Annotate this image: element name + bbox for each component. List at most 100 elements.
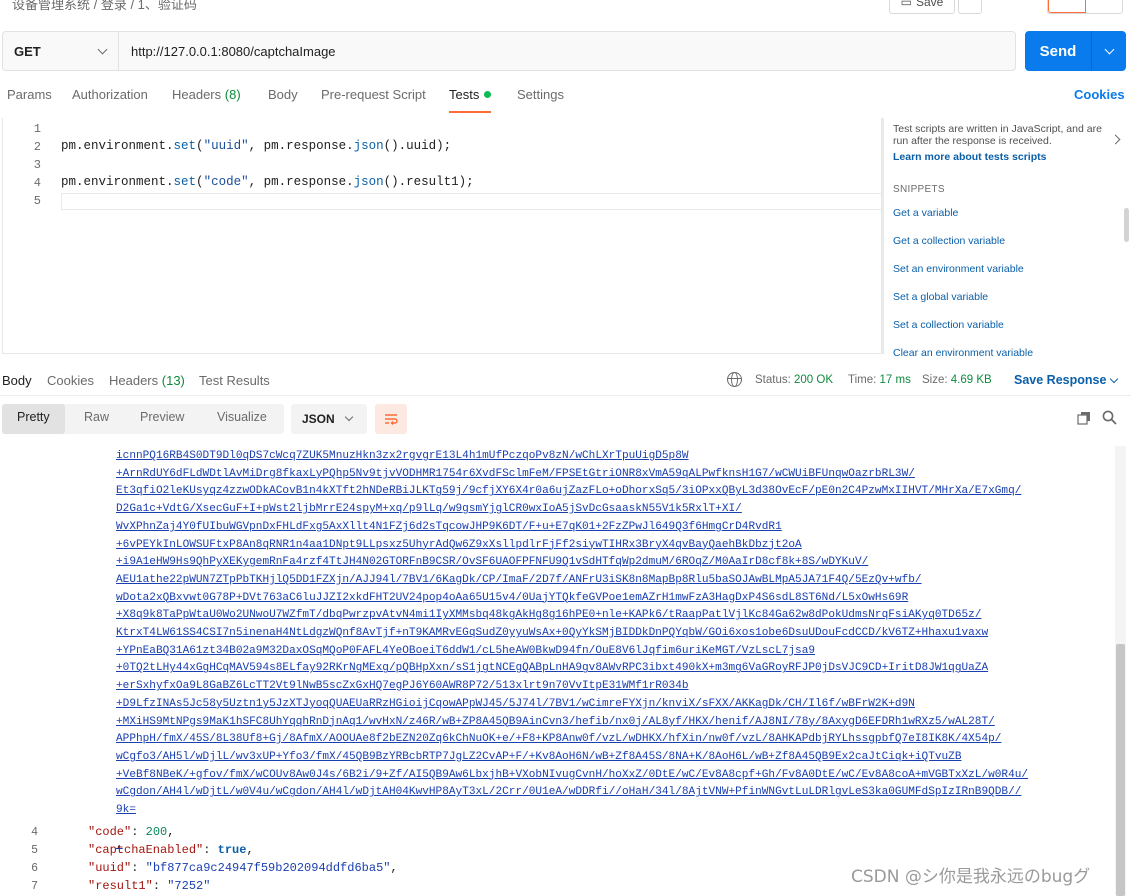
base64-line: +VeBf8NBeK/+gfov/fmX/wCOUv8Aw0J4s/6B2i/9… xyxy=(116,768,1029,781)
status-value: 200 OK xyxy=(794,374,834,386)
breadcrumb[interactable]: 设备管理系统 / 登录 / 1、验证码 xyxy=(12,0,197,13)
tab-test-results[interactable]: Test Results xyxy=(199,373,270,388)
line-number: 4 xyxy=(33,176,41,190)
pretty-button[interactable]: Pretty xyxy=(2,404,65,434)
preview-button[interactable]: Preview xyxy=(140,410,184,424)
time-label: Time: xyxy=(848,374,877,386)
base64-line: +erSxhyfxOa9L8GaBZ6LcTT2Vt9lNwB5scZxGxHQ… xyxy=(116,680,689,693)
method-select[interactable]: GET xyxy=(3,32,119,70)
chevron-down-icon[interactable] xyxy=(1109,374,1119,384)
url-input[interactable] xyxy=(119,32,1015,70)
tab-authorization[interactable]: Authorization xyxy=(72,87,148,102)
base64-line: +6vPEYkInLOWSUFtxP8An8qRNR1n4aa1DNpt9LLp… xyxy=(116,538,802,551)
json-line: "captchaEnabled": true, xyxy=(88,843,254,857)
snippet-item[interactable]: Get a collection variable xyxy=(893,235,1005,247)
code-token: , pm.response. xyxy=(248,175,354,189)
base64-line: icnnPQ16RB4S0DT9Dl0qDS7cWcq7ZUK5MnuzHkn3… xyxy=(116,450,689,462)
code-token: ().result1); xyxy=(383,175,474,189)
code-token: , pm.response. xyxy=(248,139,354,153)
view-mode-toggle[interactable] xyxy=(1047,0,1123,14)
learn-more-link[interactable]: Learn more about tests scripts xyxy=(893,151,1046,163)
active-dot-icon xyxy=(484,91,492,98)
send-options-button[interactable] xyxy=(1092,44,1126,54)
format-select[interactable]: JSON xyxy=(291,404,367,434)
save-button-label: Save xyxy=(915,0,944,9)
code-line-2[interactable]: pm.environment.set("uuid", pm.response.j… xyxy=(61,139,451,153)
copy-icon[interactable] xyxy=(1077,411,1091,425)
raw-button[interactable]: Raw xyxy=(84,410,109,424)
json-line: "result1": "7252" xyxy=(88,879,211,893)
tab-tests[interactable]: Tests xyxy=(449,87,492,113)
line-number: 4 xyxy=(31,826,38,839)
code-token: json xyxy=(353,175,384,189)
save-button[interactable]: ▭ Save xyxy=(889,0,955,14)
json-value: "bf877ca9c24947f59b202094ddfd6ba5" xyxy=(145,861,391,875)
tab-pre-request-script[interactable]: Pre-request Script xyxy=(321,87,426,102)
chevron-down-icon xyxy=(1104,44,1114,54)
top-bar: 设备管理系统 / 登录 / 1、验证码 ▭ Save ··· xyxy=(0,0,1131,18)
tab-response-headers[interactable]: Headers (13) xyxy=(109,373,185,388)
code-line-4[interactable]: pm.environment.set("code", pm.response.j… xyxy=(61,175,474,189)
code-token: pm.environment. xyxy=(61,175,174,189)
chevron-right-icon[interactable] xyxy=(1110,134,1121,145)
json-line: "uuid": "bf877ca9c24947f59b202094ddfd6ba… xyxy=(88,861,398,875)
code-token: "code" xyxy=(203,175,249,189)
edit-mode-button[interactable] xyxy=(1048,0,1086,13)
method-label: GET xyxy=(14,43,41,59)
snippets-description: Test scripts are written in JavaScript, … xyxy=(893,123,1102,147)
size-label: Size: xyxy=(922,374,948,386)
code-token: ().uuid); xyxy=(383,139,452,153)
response-body[interactable]: icnnPQ16RB4S0DT9Dl0qDS7cWcq7ZUK5MnuzHkn3… xyxy=(0,446,1131,896)
line-number: 6 xyxy=(31,862,38,875)
base64-line: +MXiHS9MtNPgs9MaK1hSFC8UhYqqhRnDjnAq1/wv… xyxy=(116,715,995,728)
snippets-scrollbar[interactable] xyxy=(1124,208,1129,242)
base64-line: APPhpH/fmX/45S/8L38Uf8+Gj/8AfmX/AOOUAe8f… xyxy=(116,733,1002,746)
snippet-item[interactable]: Set a global variable xyxy=(893,291,988,303)
chevron-down-icon xyxy=(97,44,108,54)
base64-line: KtrxT4LW61SS4CSI7n5inenaH4NtLdgzWQnf8AvT… xyxy=(116,627,989,640)
save-options-button[interactable] xyxy=(958,0,982,14)
base64-line: 9k= xyxy=(116,804,136,817)
time-readout[interactable]: Time: 17 ms xyxy=(848,374,911,386)
tab-body[interactable]: Body xyxy=(268,87,298,102)
base64-line: +YPnEaBQ31A61zt34B02a9M32DaxOSqMQoP0FAFL… xyxy=(116,644,816,657)
base64-line: +D9LfzINAs5Jc58y5Uztn1y5JzXTJyoqQUAEUaRR… xyxy=(116,697,915,710)
visualize-button[interactable]: Visualize xyxy=(217,410,267,424)
more-options-icon[interactable]: ··· xyxy=(1000,0,1016,6)
status-readout[interactable]: Status: 200 OK xyxy=(755,374,833,386)
tab-response-cookies[interactable]: Cookies xyxy=(47,373,94,388)
wrap-lines-button[interactable] xyxy=(375,404,407,434)
tab-settings[interactable]: Settings xyxy=(517,87,564,102)
search-icon[interactable] xyxy=(1102,410,1117,425)
line-number: 5 xyxy=(31,844,38,857)
code-token: "uuid" xyxy=(203,139,249,153)
tab-headers[interactable]: Headers (8) xyxy=(172,87,241,102)
code-token: set xyxy=(173,139,197,153)
response-scrollbar-thumb[interactable] xyxy=(1116,644,1125,896)
snippet-item[interactable]: Set a collection variable xyxy=(893,319,1004,331)
globe-icon[interactable] xyxy=(727,372,742,387)
tab-params[interactable]: Params xyxy=(7,87,52,102)
save-response-button[interactable]: Save Response xyxy=(1014,373,1106,387)
snippets-heading: SNIPPETS xyxy=(893,184,945,195)
send-button[interactable]: Send xyxy=(1025,31,1126,71)
base64-line: +ArnRdUY6dFLdWDtlAvMiDrg8fkaxLyPQhp5Nv9t… xyxy=(116,467,915,480)
json-value: "7252" xyxy=(167,879,211,893)
snippet-item[interactable]: Set an environment variable xyxy=(893,263,1024,275)
line-number: 2 xyxy=(33,140,41,154)
snippet-item[interactable]: Get a variable xyxy=(893,207,958,219)
tab-headers-label: Headers xyxy=(172,87,222,102)
base64-line: Et3qfiO2leKUsyqz4zzwODkACovB1n4kXTft2hND… xyxy=(116,485,1022,498)
save-icon: ▭ xyxy=(900,0,912,9)
size-readout[interactable]: Size: 4.69 KB xyxy=(922,374,992,386)
tests-editor[interactable]: 1 2 3 4 5 pm.environment.set("uuid", pm.… xyxy=(2,118,883,354)
response-tabs: Body Cookies Headers (13) Test Results S… xyxy=(0,364,1131,396)
json-comma: , xyxy=(246,843,254,857)
base64-line: wCgfo3/AH5l/wDjlL/wv3xUP+Yfo3/fmX/45QB9B… xyxy=(116,750,962,763)
request-bar: GET xyxy=(2,31,1016,71)
snippet-item[interactable]: Clear an environment variable xyxy=(893,347,1033,358)
tab-response-body[interactable]: Body xyxy=(2,373,32,388)
cookies-link[interactable]: Cookies xyxy=(1074,87,1125,102)
time-value: 17 ms xyxy=(879,374,911,386)
tab-response-headers-label: Headers xyxy=(109,373,159,388)
